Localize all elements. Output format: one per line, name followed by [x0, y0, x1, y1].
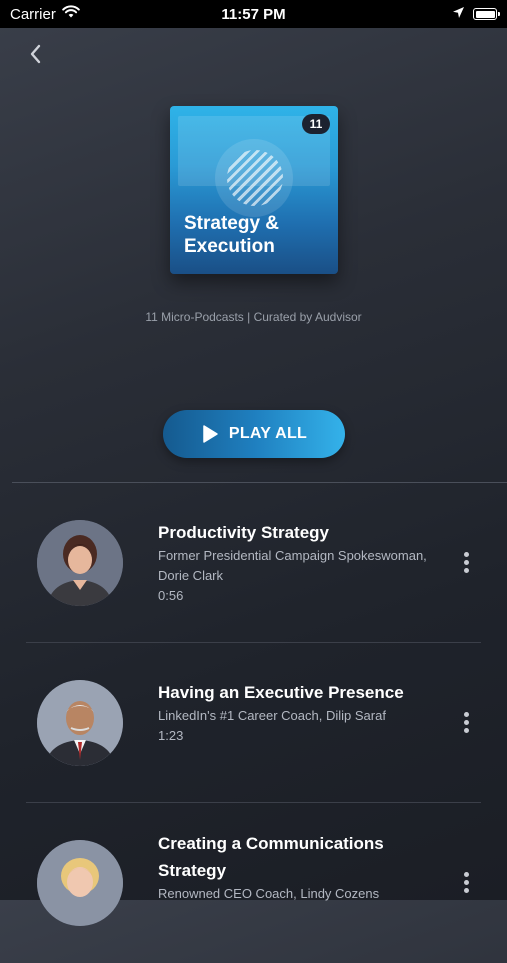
status-left: Carrier: [10, 5, 80, 23]
status-bar: Carrier 11:57 PM: [0, 0, 507, 28]
cover-title: Strategy & Execution: [184, 213, 280, 257]
location-arrow-icon: [452, 6, 465, 23]
cover-hatch-pattern: [227, 150, 283, 206]
item-description: Former Presidential Campaign Spokeswoman…: [158, 548, 427, 583]
item-text: Having an Executive Presence LinkedIn's …: [158, 679, 448, 746]
play-all-label: PLAY ALL: [228, 425, 308, 442]
item-description: LinkedIn's #1 Career Coach, Dilip Saraf: [158, 708, 386, 723]
status-right: [452, 6, 500, 23]
wifi-icon: [62, 5, 80, 23]
avatar: [37, 520, 123, 606]
playlist-subtitle: 11 Micro-Podcasts | Curated by Audvisor: [145, 310, 362, 324]
carrier-label: Carrier: [10, 5, 56, 23]
item-title: Productivity Strategy: [158, 523, 329, 542]
item-title: Having an Executive Presence: [158, 683, 404, 702]
avatar: [37, 840, 123, 926]
play-all-button[interactable]: PLAY ALL: [163, 410, 345, 458]
list-item[interactable]: Productivity Strategy Former Presidentia…: [0, 483, 507, 643]
status-time: 11:57 PM: [221, 5, 286, 23]
chevron-left-icon: [30, 44, 41, 64]
battery-icon: [473, 8, 500, 20]
avatar: [37, 680, 123, 766]
more-options-button[interactable]: [456, 708, 476, 736]
more-options-button[interactable]: [456, 868, 476, 896]
item-description: Renowned CEO Coach, Lindy Cozens: [158, 886, 380, 901]
item-text: Creating a Communications Strategy Renow…: [158, 830, 448, 904]
list-item[interactable]: Creating a Communications Strategy Renow…: [0, 803, 507, 963]
list-item[interactable]: Having an Executive Presence LinkedIn's …: [0, 643, 507, 803]
more-options-button[interactable]: [456, 548, 476, 576]
back-button[interactable]: [22, 40, 48, 68]
item-duration: 0:56: [158, 588, 184, 603]
count-badge: 11: [302, 114, 330, 134]
item-duration: 1:23: [158, 728, 184, 743]
play-icon: [203, 425, 218, 443]
playlist-cover: 11 Strategy & Execution: [170, 106, 338, 274]
item-title: Creating a Communications Strategy: [158, 834, 384, 880]
item-text: Productivity Strategy Former Presidentia…: [158, 519, 448, 606]
